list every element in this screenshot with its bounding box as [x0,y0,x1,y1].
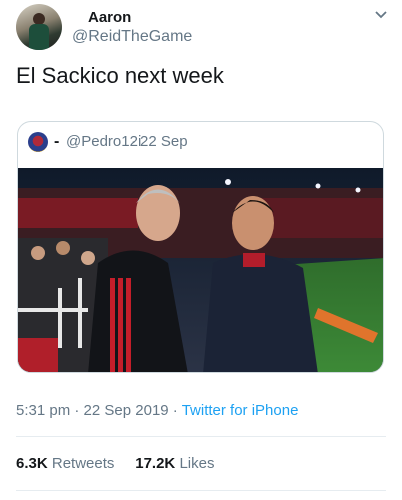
retweets-stat[interactable]: 6.3K Retweets [16,455,114,472]
likes-count: 17.2K [135,455,176,472]
quoted-handle: @Pedro12i [66,133,142,150]
tweet: Aaron @ReidTheGame El Sackico next week … [0,0,402,500]
likes-label: Likes [179,455,215,472]
retweets-label: Retweets [51,455,115,472]
avatar-body [29,24,49,50]
divider [16,436,386,437]
tweet-meta: 5:31 pm · 22 Sep 2019 · Twitter for iPho… [16,402,298,419]
author-name[interactable]: Aaron [88,9,131,26]
meta-separator: · [74,402,80,419]
divider [16,490,386,491]
quoted-photo[interactable] [18,168,384,373]
tweet-time[interactable]: 5:31 pm [16,402,70,419]
quoted-separator: · [131,133,136,150]
meta-separator: · [172,402,178,419]
quoted-tweet-header: - @Pedro12i · 22 Sep [28,132,368,154]
author-handle[interactable]: @ReidTheGame [72,28,192,46]
tweet-header: Aaron @ReidTheGame [16,4,392,54]
quoted-display-name: - [54,133,60,150]
likes-stat[interactable]: 17.2K Likes [135,455,214,472]
tweet-text: El Sackico next week [16,63,224,88]
quoted-date: 22 Sep [140,133,188,150]
retweets-count: 6.3K [16,455,48,472]
chevron-down-icon[interactable] [374,8,388,22]
tweet-date[interactable]: 22 Sep 2019 [84,402,169,419]
tweet-stats: 6.3K Retweets 17.2K Likes [16,455,214,472]
tweet-source-link[interactable]: Twitter for iPhone [182,402,299,419]
author-avatar[interactable] [16,4,62,50]
quoted-tweet[interactable]: - @Pedro12i · 22 Sep [17,121,384,373]
quoted-avatar [28,132,48,152]
